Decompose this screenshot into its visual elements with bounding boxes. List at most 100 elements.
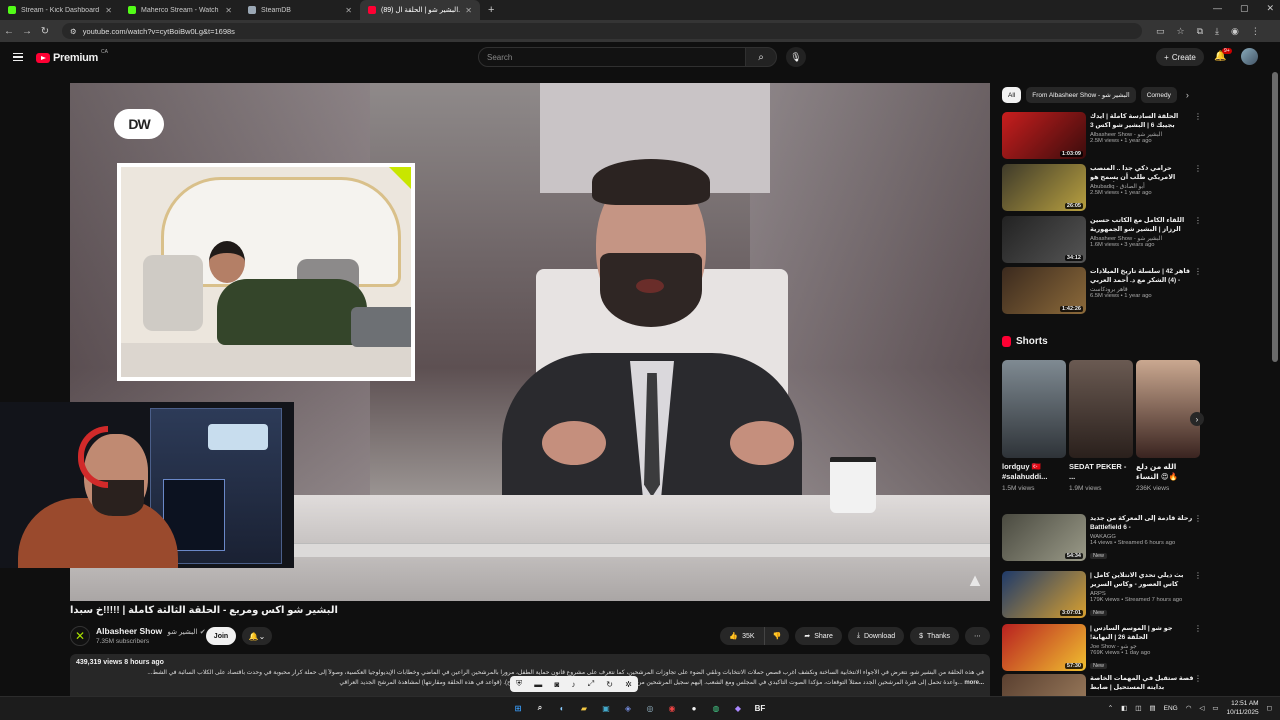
kebab-menu-icon[interactable]: ⋮ <box>1194 674 1202 683</box>
fullscreen-icon[interactable]: ⤢ <box>588 679 594 689</box>
subscription-bell-button[interactable]: 🔔⌄ <box>242 627 272 645</box>
channel-avatar[interactable]: ✕ <box>70 626 90 646</box>
proton-icon[interactable]: ◆ <box>730 700 746 716</box>
app-icon[interactable]: ◍ <box>708 700 724 716</box>
short-item[interactable]: lordguy 🇹🇷 #salahuddi... 1.5M views <box>1002 360 1066 492</box>
windows-start-icon[interactable]: ⊞ <box>510 700 526 716</box>
back-icon[interactable]: ← <box>0 26 18 37</box>
video-thumbnail[interactable]: 34:12 <box>1002 216 1086 263</box>
chip-comedy[interactable]: Comedy <box>1140 87 1177 103</box>
short-thumbnail[interactable] <box>1069 360 1133 458</box>
browser-tab-kick-dashboard[interactable]: Stream - Kick Dashboard ✕ <box>0 0 120 20</box>
kebab-menu-icon[interactable]: ⋮ <box>1194 112 1202 121</box>
related-video[interactable]: 3:07:01 بث ديلي تحدي الانتلاين كامل | كا… <box>1002 571 1202 619</box>
related-video[interactable]: 1:42:26 قاهر 42 | سلسلة تاريخ الميلادات … <box>1002 267 1202 315</box>
downloads-icon[interactable]: ⤓ <box>1215 26 1219 37</box>
shorts-next-button[interactable]: › <box>1190 412 1204 426</box>
shield-icon[interactable]: ⛨ <box>516 679 522 689</box>
notification-center-icon[interactable]: ◻ <box>1267 704 1272 712</box>
short-item[interactable]: SEDAT PEKER - ... 1.9M views <box>1069 360 1133 492</box>
related-video[interactable]: 1:03:09 الحلقة السادسة كاملة | ايدك بجيب… <box>1002 112 1202 160</box>
search-icon[interactable]: ⌕ <box>532 700 548 716</box>
related-video[interactable]: 57:30 جو شو | الموسم السادس | الحلقة 26 … <box>1002 624 1202 672</box>
tray-app-icon[interactable]: ▤ <box>1149 704 1155 712</box>
forward-icon[interactable]: → <box>18 26 36 37</box>
video-thumbnail[interactable]: 54:34 <box>1002 514 1086 561</box>
related-video[interactable]: قصة ستقبل في المهمات الخاصة بدايته المست… <box>1002 674 1202 696</box>
chip-from-channel[interactable]: From Albasheer Show - البشير شو <box>1026 87 1136 103</box>
browser-tab-youtube[interactable]: (89) البشير شو | الحلقة ال... ✕ <box>360 0 480 20</box>
more-actions-button[interactable]: ⋯ <box>965 627 990 645</box>
browser-tab-maherco-stream[interactable]: Maherco Stream - Watch L... ✕ <box>120 0 240 20</box>
kebab-menu-icon[interactable]: ⋮ <box>1194 624 1202 633</box>
close-icon[interactable]: ✕ <box>225 6 232 15</box>
photos-icon[interactable]: ▣ <box>598 700 614 716</box>
video-thumbnail[interactable]: 57:30 <box>1002 624 1086 671</box>
discord-icon[interactable]: ◈ <box>620 700 636 716</box>
profile-icon[interactable]: ◉ <box>1231 26 1239 37</box>
related-video[interactable]: 26:05 حرامي ذكي جدا .. المنصب الامريكي ط… <box>1002 164 1202 212</box>
dislike-button[interactable]: 👎 <box>764 627 790 645</box>
tray-chevron-icon[interactable]: ⌃ <box>1108 704 1113 712</box>
close-icon[interactable]: ✕ <box>105 6 112 15</box>
battlefield-icon[interactable]: BF <box>752 700 768 716</box>
thanks-button[interactable]: $ Thanks <box>910 627 959 645</box>
bookmark-star-icon[interactable]: ☆ <box>1177 26 1185 37</box>
create-button[interactable]: + Create <box>1156 48 1204 66</box>
video-thumbnail[interactable]: 1:03:09 <box>1002 112 1086 159</box>
folder-icon[interactable]: ▬ <box>534 680 542 689</box>
kebab-menu-icon[interactable]: ⋮ <box>1194 164 1202 173</box>
kebab-menu-icon[interactable]: ⋮ <box>1194 267 1202 276</box>
reload-icon[interactable]: ↻ <box>36 26 54 37</box>
share-button[interactable]: ➦ Share <box>795 627 842 645</box>
account-avatar[interactable] <box>1241 48 1258 65</box>
browser-menu-icon[interactable]: ⋮ <box>1251 26 1260 37</box>
extensions-icon[interactable]: ⧉ <box>1197 26 1203 37</box>
related-video[interactable]: 34:12 اللقاء الكامل مع الكاتب حسين الرزا… <box>1002 216 1202 264</box>
channel-name[interactable]: Albasheer Show البشير شو ✔ <box>96 626 206 636</box>
copilot-icon[interactable]: ◐ <box>554 700 570 716</box>
chip-all[interactable]: All <box>1002 87 1022 103</box>
maximize-icon[interactable]: ▢ <box>1240 3 1249 14</box>
close-icon[interactable]: ✕ <box>465 6 472 15</box>
short-thumbnail[interactable] <box>1136 360 1200 458</box>
steam-icon[interactable]: ◎ <box>642 700 658 716</box>
tray-app-icon[interactable]: ◧ <box>1121 704 1127 712</box>
kebab-menu-icon[interactable]: ⋮ <box>1194 216 1202 225</box>
close-icon[interactable]: ✕ <box>345 6 352 15</box>
voice-search-button[interactable]: 🎙 <box>786 47 806 67</box>
file-explorer-icon[interactable]: ▰ <box>576 700 592 716</box>
chrome-icon[interactable]: ◉ <box>664 700 680 716</box>
related-video[interactable]: 54:34 رحلة قادمة إلى المعركة من جديد - B… <box>1002 514 1202 562</box>
download-button[interactable]: ⤓ Download <box>847 627 905 645</box>
hamburger-menu-icon[interactable] <box>13 53 23 61</box>
obs-icon[interactable]: ● <box>686 700 702 716</box>
close-window-icon[interactable]: ✕ <box>1266 3 1274 14</box>
taskbar-clock[interactable]: 12:51 AM 10/11/2025 <box>1227 699 1259 717</box>
show-more-link[interactable]: ...more <box>964 680 984 686</box>
new-tab-icon[interactable]: + <box>480 4 502 16</box>
page-scrollbar[interactable] <box>1272 72 1278 362</box>
browser-tab-steamdb[interactable]: SteamDB ✕ <box>240 0 360 20</box>
join-button[interactable]: Join <box>206 627 236 645</box>
battery-icon[interactable]: ▭ <box>1212 704 1218 712</box>
volume-icon[interactable]: ◁ <box>1199 704 1204 712</box>
minimize-icon[interactable]: — <box>1213 3 1222 14</box>
keyboard-language[interactable]: ENG <box>1164 705 1178 712</box>
kebab-menu-icon[interactable]: ⋮ <box>1194 571 1202 580</box>
kebab-menu-icon[interactable]: ⋮ <box>1194 514 1202 523</box>
search-button[interactable]: ⌕ <box>745 47 777 67</box>
short-item[interactable]: الله من دلع النساء 😍🔥 236K views <box>1136 360 1200 492</box>
url-input[interactable]: ⚙ youtube.com/watch?v=cytBoiBw0Lg&t=1698… <box>62 23 1142 39</box>
like-button[interactable]: 👍 35K <box>720 627 765 645</box>
video-thumbnail[interactable]: 26:05 <box>1002 164 1086 211</box>
chevron-right-icon[interactable]: › <box>1186 90 1189 100</box>
youtube-premium-logo[interactable]: Premium CA <box>36 49 108 64</box>
settings-icon[interactable]: ✲ <box>625 680 632 689</box>
video-thumbnail[interactable]: 1:42:26 <box>1002 267 1086 314</box>
site-info-icon[interactable]: ⚙ <box>70 27 77 36</box>
refresh-icon[interactable]: ↻ <box>606 680 613 689</box>
volume-icon[interactable]: ♪ <box>572 680 576 689</box>
wifi-icon[interactable]: ◠ <box>1186 704 1192 712</box>
short-thumbnail[interactable] <box>1002 360 1066 458</box>
